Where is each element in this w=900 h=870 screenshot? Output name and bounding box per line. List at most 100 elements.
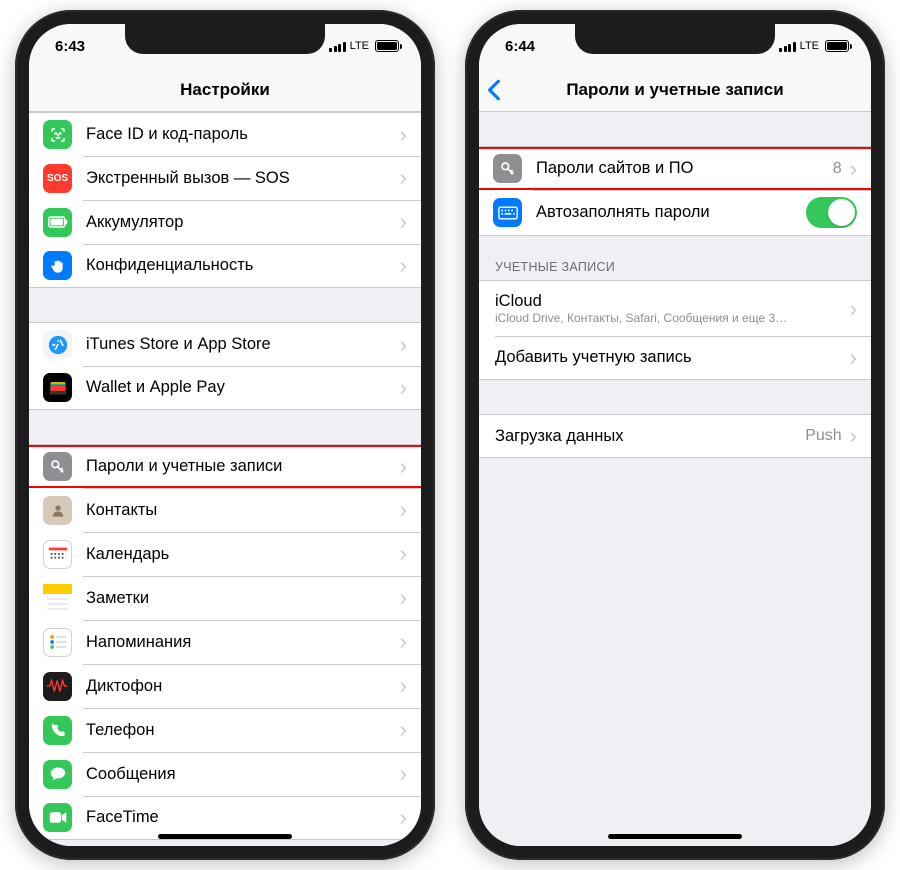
label: Напоминания <box>86 633 392 652</box>
row-wallet[interactable]: Wallet и Apple Pay › <box>29 366 421 410</box>
chevron-right-icon: › <box>400 675 407 697</box>
chevron-right-icon: › <box>400 543 407 565</box>
nav-bar: Пароли и учетные записи <box>479 68 871 112</box>
status-carrier: LTE <box>350 40 369 52</box>
chevron-right-icon: › <box>400 124 407 146</box>
chevron-right-icon: › <box>850 158 857 180</box>
keyboard-icon <box>493 198 522 227</box>
appstore-icon <box>43 330 72 359</box>
row-phone[interactable]: Телефон › <box>29 708 421 752</box>
back-button[interactable] <box>487 68 501 111</box>
row-battery[interactable]: Аккумулятор › <box>29 200 421 244</box>
hand-icon <box>43 251 72 280</box>
row-notes[interactable]: Заметки › <box>29 576 421 620</box>
wallet-icon <box>43 373 72 402</box>
facetime-icon <box>43 803 72 832</box>
row-add-account[interactable]: Добавить учетную запись › <box>479 336 871 380</box>
status-time: 6:43 <box>55 38 85 55</box>
row-voice-memos[interactable]: Диктофон › <box>29 664 421 708</box>
status-right: LTE <box>329 40 399 52</box>
passwords-content[interactable]: Пароли сайтов и ПО 8 › Автозаполнять пар… <box>479 112 871 846</box>
label: Пароли и учетные записи <box>86 457 392 476</box>
label: Экстренный вызов — SOS <box>86 169 392 188</box>
label: Wallet и Apple Pay <box>86 378 392 397</box>
label: Добавить учетную запись <box>495 348 842 367</box>
settings-group-stores: iTunes Store и App Store › Wallet и Appl… <box>29 322 421 410</box>
screen-right: 6:44 LTE Пароли и учетные записи Пароли … <box>479 24 871 846</box>
chevron-right-icon: › <box>400 255 407 277</box>
settings-group-accounts: Пароли и учетные записи › Контакты › Кал… <box>29 444 421 840</box>
row-privacy[interactable]: Конфиденциальность › <box>29 244 421 288</box>
key-icon <box>43 452 72 481</box>
label: Face ID и код-пароль <box>86 125 392 144</box>
password-count: 8 <box>833 160 842 178</box>
label: Телефон <box>86 721 392 740</box>
row-appstore[interactable]: iTunes Store и App Store › <box>29 322 421 366</box>
label: Заметки <box>86 589 392 608</box>
sos-icon: SOS <box>43 164 72 193</box>
chevron-right-icon: › <box>400 456 407 478</box>
chevron-right-icon: › <box>400 334 407 356</box>
notch <box>575 24 775 54</box>
group-accounts: УЧЕТНЫЕ ЗАПИСИ iCloud iCloud Drive, Конт… <box>479 254 871 380</box>
battery-icon <box>825 40 849 52</box>
phone-icon <box>43 716 72 745</box>
chevron-right-icon: › <box>400 763 407 785</box>
chevron-right-icon: › <box>850 298 857 320</box>
label: Аккумулятор <box>86 213 392 232</box>
chevron-right-icon: › <box>400 587 407 609</box>
signal-icon <box>329 41 346 52</box>
status-right: LTE <box>779 40 849 52</box>
label: Конфиденциальность <box>86 256 392 275</box>
row-fetch-data[interactable]: Загрузка данных Push › <box>479 414 871 458</box>
notes-icon <box>43 584 72 613</box>
home-indicator[interactable] <box>158 834 292 839</box>
group-password-options: Пароли сайтов и ПО 8 › Автозаполнять пар… <box>479 146 871 236</box>
chevron-right-icon: › <box>400 631 407 653</box>
label: FaceTime <box>86 808 392 827</box>
row-messages[interactable]: Сообщения › <box>29 752 421 796</box>
phone-left: 6:43 LTE Настройки Face ID и код-пароль … <box>15 10 435 860</box>
settings-content[interactable]: Face ID и код-пароль › SOS Экстренный вы… <box>29 112 421 846</box>
chevron-right-icon: › <box>850 425 857 447</box>
chevron-right-icon: › <box>400 211 407 233</box>
accounts-header: УЧЕТНЫЕ ЗАПИСИ <box>479 254 871 280</box>
row-contacts[interactable]: Контакты › <box>29 488 421 532</box>
settings-group-security: Face ID и код-пароль › SOS Экстренный вы… <box>29 112 421 288</box>
chevron-right-icon: › <box>400 499 407 521</box>
contacts-icon <box>43 496 72 525</box>
screen-left: 6:43 LTE Настройки Face ID и код-пароль … <box>29 24 421 846</box>
label: iTunes Store и App Store <box>86 335 392 354</box>
row-faceid[interactable]: Face ID и код-пароль › <box>29 112 421 156</box>
nav-title: Пароли и учетные записи <box>566 80 783 100</box>
label: Пароли сайтов и ПО <box>536 159 825 178</box>
row-calendar[interactable]: Календарь › <box>29 532 421 576</box>
label: Автозаполнять пароли <box>536 203 806 222</box>
messages-icon <box>43 760 72 789</box>
group-fetch: Загрузка данных Push › <box>479 414 871 458</box>
status-carrier: LTE <box>800 40 819 52</box>
notch <box>125 24 325 54</box>
home-indicator[interactable] <box>608 834 742 839</box>
row-icloud-account[interactable]: iCloud iCloud Drive, Контакты, Safari, С… <box>479 280 871 336</box>
sublabel: iCloud Drive, Контакты, Safari, Сообщени… <box>495 311 842 325</box>
calendar-icon <box>43 540 72 569</box>
row-reminders[interactable]: Напоминания › <box>29 620 421 664</box>
label: Календарь <box>86 545 392 564</box>
chevron-right-icon: › <box>850 347 857 369</box>
nav-title: Настройки <box>180 80 270 100</box>
key-icon <box>493 154 522 183</box>
battery-icon <box>375 40 399 52</box>
label: Диктофон <box>86 677 392 696</box>
row-site-passwords[interactable]: Пароли сайтов и ПО 8 › <box>479 146 871 190</box>
row-autofill-passwords[interactable]: Автозаполнять пароли <box>479 190 871 236</box>
chevron-right-icon: › <box>400 807 407 829</box>
voice-memos-icon <box>43 672 72 701</box>
row-passwords-accounts[interactable]: Пароли и учетные записи › <box>29 444 421 488</box>
label: Сообщения <box>86 765 392 784</box>
row-sos[interactable]: SOS Экстренный вызов — SOS › <box>29 156 421 200</box>
autofill-toggle[interactable] <box>806 197 857 228</box>
status-time: 6:44 <box>505 38 535 55</box>
chevron-right-icon: › <box>400 377 407 399</box>
fetch-value: Push <box>805 427 841 445</box>
